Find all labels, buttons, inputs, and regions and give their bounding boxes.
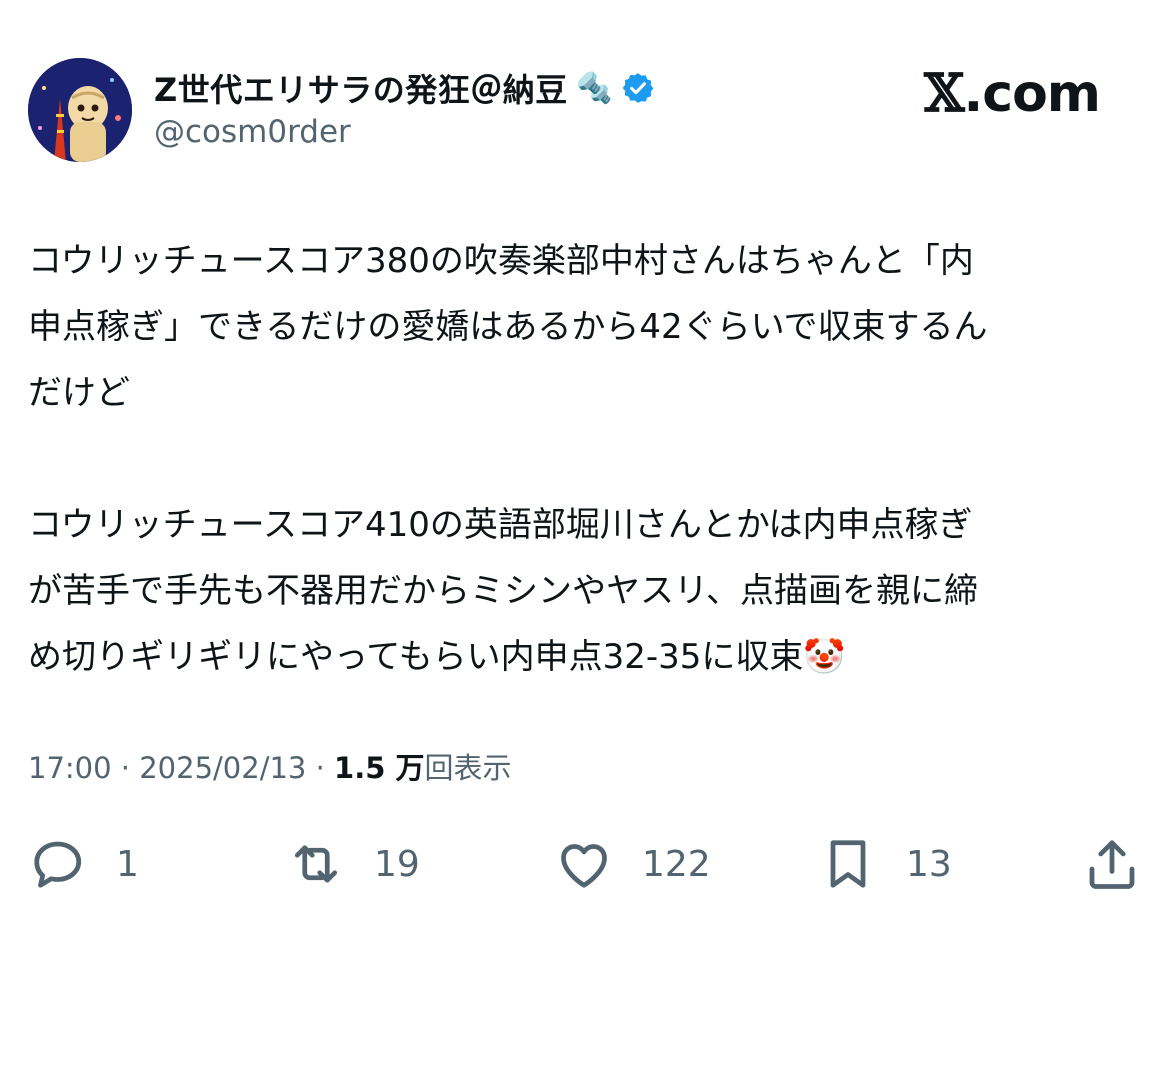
share-icon [1089,840,1135,889]
tweet-line: だけど [28,373,130,413]
view-count: 1.5 万 [334,751,425,785]
tweet-line: 申点稼ぎ」できるだけの愛嬌はあるから42ぐらいで収束するん [28,307,988,347]
like-button[interactable]: 122 [554,832,711,896]
x-com-logo: 𝕏.com [924,63,1101,125]
view-label: 回表示 [424,751,512,785]
reply-button[interactable]: 1 [28,832,139,896]
tweet-line: が苦手で手先も不器用だからミシンやヤスリ、点描画を親に締 [28,571,978,611]
avatar-image [28,58,132,162]
x-logo-icon: 𝕏 [924,63,964,124]
meta-separator: · [111,751,140,785]
retweet-count: 19 [374,843,420,885]
tweet-time[interactable]: 17:00 [28,751,112,785]
share-button[interactable] [1082,832,1142,896]
tweet-line: め切りギリギリにやってもらい内申点32-35に収束🤡 [28,637,846,677]
tweet-line: コウリッチュースコア410の英語部堀川さんとかは内申点稼ぎ [28,505,973,545]
retweet-icon [294,845,338,883]
bolt-emoji: 🔩 [575,70,614,106]
brand-domain: .com [963,64,1101,124]
bookmark-button[interactable]: 13 [818,832,952,896]
reply-icon [34,841,82,888]
user-handle[interactable]: @cosm0rder [154,114,351,150]
bookmark-count: 13 [906,843,952,885]
tweet-text: コウリッチュースコア380の吹奏楽部中村さんはちゃんと「内 申点稼ぎ」できるだけ… [28,228,1148,690]
action-bar: 1 19 122 13 [0,832,1170,896]
meta-separator: · [306,751,335,785]
display-name-row[interactable]: Z世代エリサラの発狂＠納豆 🔩 [154,66,655,110]
avatar[interactable] [28,58,132,162]
tweet-line: コウリッチュースコア380の吹奏楽部中村さんはちゃんと「内 [28,241,974,281]
tweet-date[interactable]: 2025/02/13 [139,751,306,785]
retweet-button[interactable]: 19 [286,832,420,896]
heart-icon [561,844,607,888]
tweet-meta: 17:00 · 2025/02/13 · 1.5 万回表示 [28,748,512,788]
reply-count: 1 [116,843,139,885]
verified-badge-icon [622,73,654,103]
like-count: 122 [642,843,711,885]
display-name[interactable]: Z世代エリサラの発狂＠納豆 [154,65,568,111]
bookmark-icon [830,840,866,888]
